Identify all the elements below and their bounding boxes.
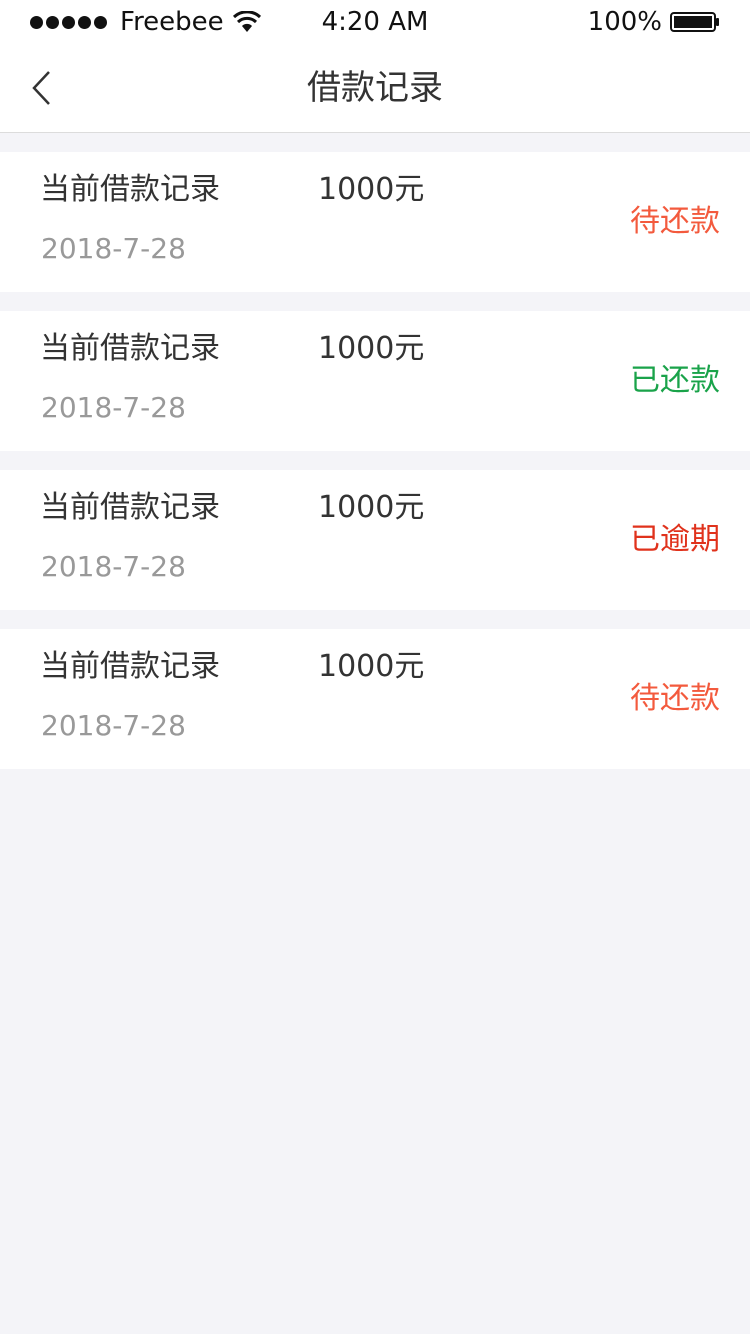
record-title: 当前借款记录 <box>40 649 220 684</box>
record-title: 当前借款记录 <box>40 331 220 366</box>
record-item[interactable]: 当前借款记录 1000元 2018-7-28 待还款 <box>0 152 750 292</box>
record-status: 待还款 <box>630 681 720 716</box>
record-amount: 1000元 <box>318 172 425 207</box>
record-status: 已还款 <box>630 363 720 398</box>
record-list: 当前借款记录 1000元 2018-7-28 待还款 当前借款记录 1000元 … <box>0 152 750 788</box>
record-date: 2018-7-28 <box>41 232 186 265</box>
page-title: 借款记录 <box>307 68 443 108</box>
record-title: 当前借款记录 <box>40 490 220 525</box>
record-item[interactable]: 当前借款记录 1000元 2018-7-28 待还款 <box>0 629 750 769</box>
battery-icon <box>670 12 719 32</box>
record-title: 当前借款记录 <box>40 172 220 207</box>
record-status: 已逾期 <box>630 522 720 557</box>
record-status: 待还款 <box>630 204 720 239</box>
record-amount: 1000元 <box>318 490 425 525</box>
record-item[interactable]: 当前借款记录 1000元 2018-7-28 已逾期 <box>0 470 750 610</box>
battery-percentage: 100% <box>587 7 662 37</box>
status-bar: Freebee 4:20 AM 100% <box>0 0 750 44</box>
status-right: 100% <box>588 6 720 38</box>
record-date: 2018-7-28 <box>41 709 186 742</box>
chevron-left-icon <box>32 71 50 105</box>
record-amount: 1000元 <box>318 331 425 366</box>
record-item[interactable]: 当前借款记录 1000元 2018-7-28 已还款 <box>0 311 750 451</box>
record-date: 2018-7-28 <box>41 550 186 583</box>
record-amount: 1000元 <box>318 649 425 684</box>
back-button[interactable] <box>22 64 62 112</box>
navigation-bar: 借款记录 <box>0 44 750 133</box>
record-date: 2018-7-28 <box>41 391 186 424</box>
